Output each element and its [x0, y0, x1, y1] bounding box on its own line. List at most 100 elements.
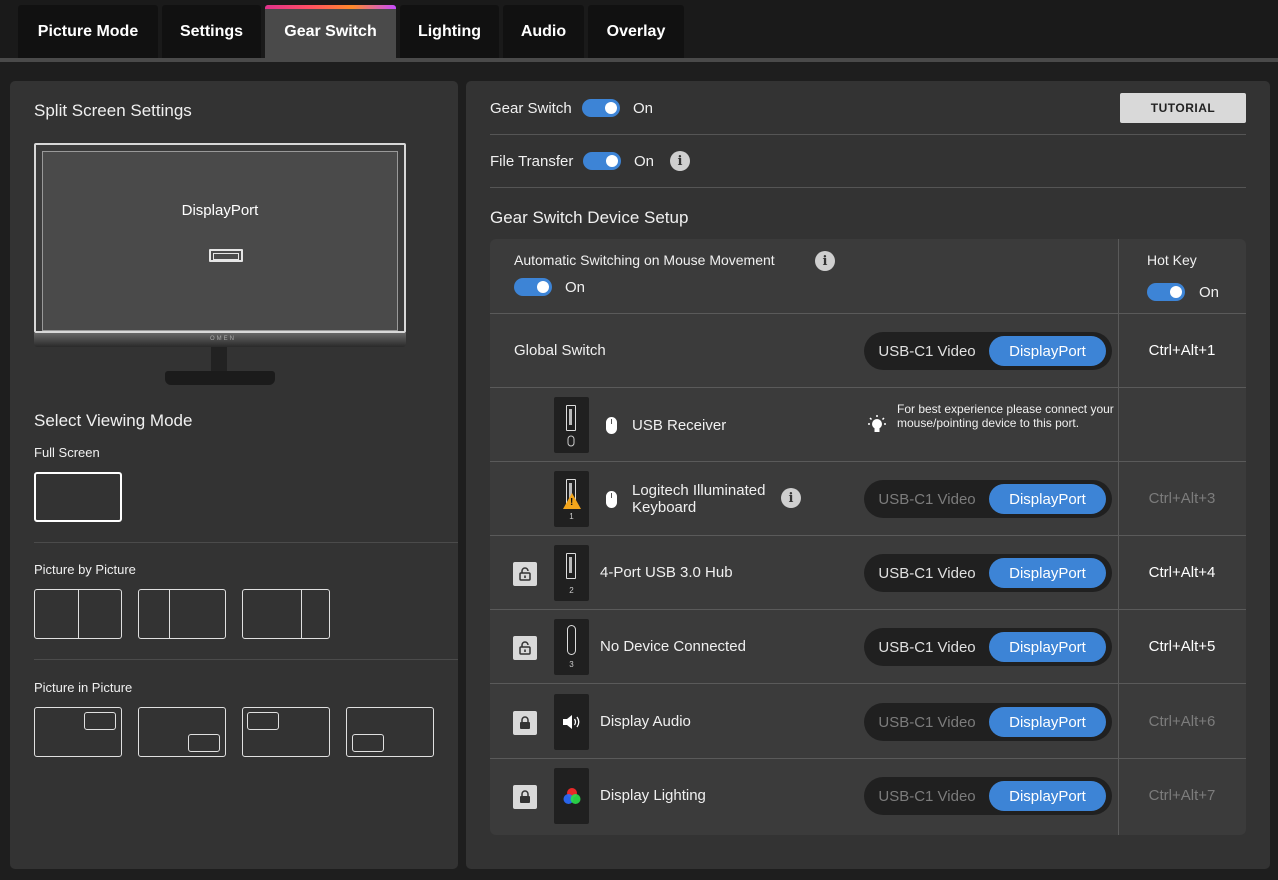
keyboard-row: ! 1 Logitech Illuminated Keyboard i USB-… — [490, 461, 1246, 535]
file-transfer-state: On — [634, 153, 655, 170]
global-hotkey: Ctrl+Alt+1 — [1148, 342, 1216, 359]
hotkey-state: On — [1199, 284, 1220, 301]
no-device-hotkey: Ctrl+Alt+5 — [1148, 638, 1216, 655]
no-device-selector: USB-C1 Video DisplayPort — [864, 628, 1112, 666]
tab-bar: Picture Mode Settings Gear Switch Lighti… — [0, 0, 1278, 62]
global-switch-selector: USB-C1 Video DisplayPort — [864, 332, 1112, 370]
displayport-option[interactable]: DisplayPort — [989, 707, 1106, 737]
rgb-icon — [563, 788, 581, 804]
full-screen-label: Full Screen — [34, 445, 100, 460]
gear-switch-toggle[interactable] — [582, 99, 620, 117]
gear-switch-label: Gear Switch — [490, 100, 572, 117]
device-setup-title: Gear Switch Device Setup — [490, 208, 689, 227]
display-lighting-hotkey: Ctrl+Alt+7 — [1148, 787, 1216, 804]
usb-c1-video-option[interactable]: USB-C1 Video — [868, 336, 986, 366]
pbp-option-left-narrow[interactable] — [138, 589, 226, 639]
display-lighting-selector: USB-C1 Video DisplayPort — [864, 777, 1112, 815]
split-screen-panel: Split Screen Settings DisplayPort OMEN S… — [10, 81, 458, 869]
file-transfer-info-icon[interactable]: i — [670, 151, 690, 171]
keyboard-info-icon[interactable]: i — [781, 488, 801, 508]
tab-gear-switch[interactable]: Gear Switch — [265, 5, 396, 58]
file-transfer-label: File Transfer — [490, 153, 574, 170]
gear-switch-state: On — [633, 100, 654, 117]
displayport-icon — [209, 249, 243, 262]
monitor-screen: DisplayPort — [42, 151, 398, 331]
usb-port-tile: 2 — [554, 545, 589, 601]
usb-hub-label: 4-Port USB 3.0 Hub — [600, 564, 733, 581]
device-table: Automatic Switching on Mouse Movement i … — [490, 239, 1246, 835]
usb-c1-video-option[interactable]: USB-C1 Video — [868, 707, 986, 737]
port-number: 3 — [569, 660, 574, 669]
lock-icon[interactable] — [513, 711, 537, 735]
display-audio-hotkey: Ctrl+Alt+6 — [1148, 713, 1216, 730]
tab-underline — [0, 58, 1278, 62]
tab-settings[interactable]: Settings — [162, 5, 261, 58]
divider — [490, 134, 1246, 135]
port-number: 1 — [569, 512, 574, 521]
divider — [490, 187, 1246, 188]
tab-lighting[interactable]: Lighting — [400, 5, 499, 58]
display-audio-row: Display Audio USB-C1 Video DisplayPort C… — [490, 683, 1246, 758]
viewing-mode-title: Select Viewing Mode — [34, 411, 193, 430]
audio-tile — [554, 694, 589, 750]
usb-c1-video-option[interactable]: USB-C1 Video — [868, 632, 986, 662]
full-screen-option[interactable] — [34, 472, 122, 522]
displayport-option[interactable]: DisplayPort — [989, 632, 1106, 662]
pip-option-bottom-left[interactable] — [346, 707, 434, 757]
auto-switch-label: Automatic Switching on Mouse Movement — [514, 252, 775, 268]
keyboard-selector: USB-C1 Video DisplayPort — [864, 480, 1112, 518]
pip-option-top-left[interactable] — [242, 707, 330, 757]
unlock-icon[interactable] — [513, 636, 537, 660]
split-screen-title: Split Screen Settings — [34, 101, 192, 120]
mouse-icon — [606, 491, 617, 508]
usb-port-tile: ! 1 — [554, 471, 589, 527]
monitor-input-label: DisplayPort — [181, 202, 259, 219]
monitor-preview: DisplayPort — [34, 143, 406, 333]
usbc-port-tile: 3 — [554, 619, 589, 675]
tab-overlay[interactable]: Overlay — [588, 5, 684, 58]
usb-hub-hotkey: Ctrl+Alt+4 — [1148, 564, 1216, 581]
displayport-option[interactable]: DisplayPort — [989, 558, 1106, 588]
keyboard-hotkey: Ctrl+Alt+3 — [1148, 490, 1216, 507]
global-switch-label: Global Switch — [514, 342, 606, 359]
hotkey-toggle[interactable] — [1147, 283, 1185, 301]
pip-option-top-right[interactable] — [34, 707, 122, 757]
monitor-bezel: OMEN — [34, 333, 406, 347]
gear-switch-panel: Gear Switch On TUTORIAL File Transfer On… — [466, 81, 1270, 869]
divider — [34, 659, 458, 660]
no-device-row: 3 No Device Connected USB-C1 Video Displ… — [490, 609, 1246, 683]
hotkey-header: Hot Key — [1147, 252, 1197, 268]
tab-picture-mode[interactable]: Picture Mode — [18, 5, 158, 58]
usb-receiver-row: USB Receiver For best experience please … — [490, 387, 1246, 461]
usb-receiver-label: USB Receiver — [632, 417, 727, 434]
pbp-option-right-narrow[interactable] — [242, 589, 330, 639]
mouse-icon — [606, 417, 617, 434]
usb-hub-selector: USB-C1 Video DisplayPort — [864, 554, 1112, 592]
global-switch-row: Global Switch USB-C1 Video DisplayPort C… — [490, 313, 1246, 387]
auto-switch-info-icon[interactable]: i — [815, 251, 835, 271]
auto-switch-toggle[interactable] — [514, 278, 552, 296]
usb-c1-video-option[interactable]: USB-C1 Video — [868, 484, 986, 514]
speaker-icon — [563, 715, 580, 729]
displayport-option[interactable]: DisplayPort — [989, 781, 1106, 811]
lightbulb-icon — [868, 415, 886, 432]
tutorial-button[interactable]: TUTORIAL — [1120, 93, 1246, 123]
pbp-option-equal[interactable] — [34, 589, 122, 639]
usb-receiver-note: For best experience please connect your … — [897, 402, 1114, 430]
tab-audio[interactable]: Audio — [503, 5, 584, 58]
pip-label: Picture in Picture — [34, 680, 133, 695]
usb-c1-video-option[interactable]: USB-C1 Video — [868, 781, 986, 811]
port-number: 2 — [569, 586, 574, 595]
display-lighting-label: Display Lighting — [600, 787, 706, 804]
displayport-option[interactable]: DisplayPort — [989, 484, 1106, 514]
pip-option-bottom-right[interactable] — [138, 707, 226, 757]
displayport-option[interactable]: DisplayPort — [989, 336, 1106, 366]
unlock-icon[interactable] — [513, 562, 537, 586]
divider — [34, 542, 458, 543]
mouse-mini-icon — [567, 435, 575, 447]
display-lighting-row: Display Lighting USB-C1 Video DisplayPor… — [490, 758, 1246, 835]
file-transfer-toggle[interactable] — [583, 152, 621, 170]
lock-icon[interactable] — [513, 785, 537, 809]
display-audio-label: Display Audio — [600, 713, 691, 730]
usb-c1-video-option[interactable]: USB-C1 Video — [868, 558, 986, 588]
